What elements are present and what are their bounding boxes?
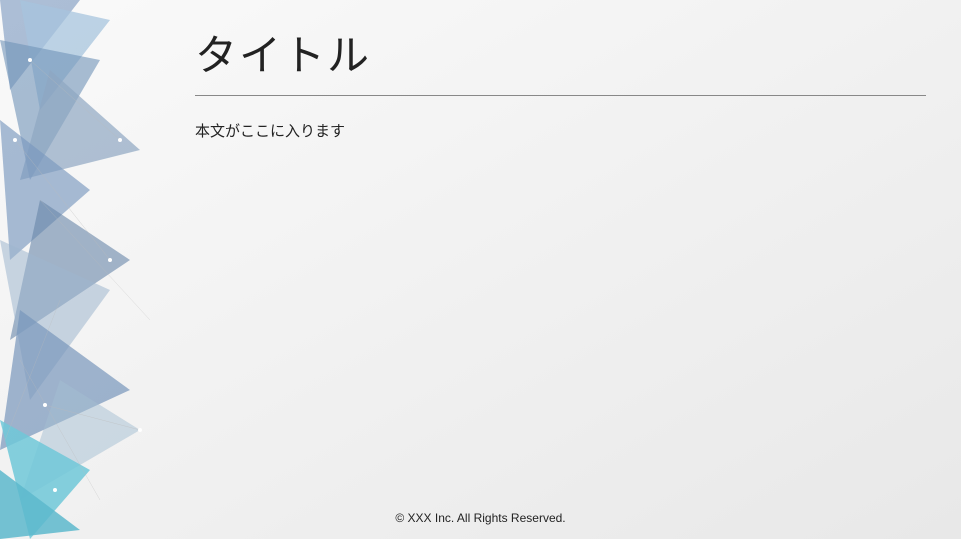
- slide-body: 本文がここに入ります: [195, 120, 926, 144]
- footer-copyright: © XXX Inc. All Rights Reserved.: [0, 511, 961, 525]
- slide-title: タイトル: [195, 22, 926, 95]
- content-area: タイトル 本文がここに入ります: [195, 22, 926, 489]
- title-divider: [195, 95, 926, 96]
- decorative-triangles: [0, 0, 200, 539]
